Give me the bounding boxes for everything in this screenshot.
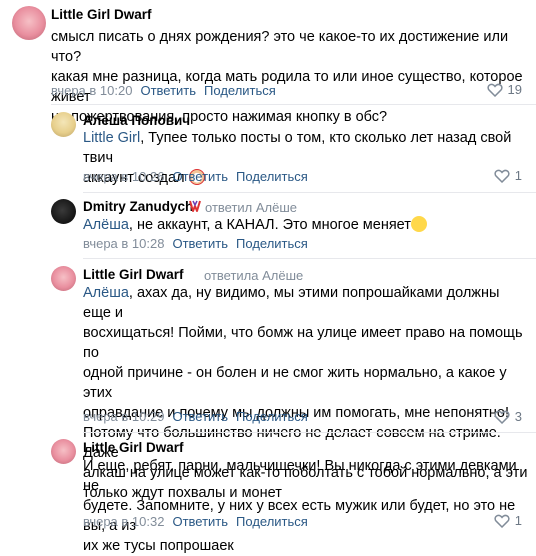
avatar[interactable] [51,439,76,464]
text-line-part: , Тупее только посты о том, кто сколько … [83,130,512,166]
like-button[interactable]: 19 [486,82,522,97]
text-line: одной причине - он болен и не смог жить … [83,365,507,401]
like-button[interactable]: 1 [494,168,522,183]
comment-time[interactable]: вчера в 10:26 [83,169,164,184]
divider [83,432,536,433]
share-button[interactable]: Поделиться [236,236,308,251]
heart-icon [494,514,510,528]
rolling-eyes-emoji [410,216,427,232]
comment-text: Алёша, не аккаунт, а КАНАЛ. Это многое м… [83,215,523,235]
share-button[interactable]: Поделиться [236,169,308,184]
reply-to-label[interactable]: ответил Алёше [205,200,297,215]
like-button[interactable]: 3 [494,409,522,424]
comment-text: смысл писать о днях рождения? это че как… [51,27,531,127]
like-button[interactable]: 1 [494,513,522,528]
reply-button[interactable]: Ответить [140,83,196,98]
heart-icon [494,169,510,183]
comment-author[interactable]: Little Girl Dwarf [83,440,184,455]
comment-text: И еще, ребят, парни, мальчишечки! Вы ник… [83,456,528,556]
text-line: И еще, ребят, парни, мальчишечки! Вы ник… [83,458,517,494]
like-count: 19 [507,82,522,97]
share-button[interactable]: Поделиться [236,409,308,424]
comment-meta: вчера в 10:20 Ответить Поделиться [51,83,276,98]
text-line: Алёша, ахах да, ну видимо, мы этими попр… [83,283,528,323]
mention-link[interactable]: Little Girl [83,130,140,146]
comment-author[interactable]: Little Girl Dwarf [83,267,184,282]
reply-button[interactable]: Ответить [172,169,228,184]
reply-button[interactable]: Ответить [172,409,228,424]
reply-button[interactable]: Ответить [172,236,228,251]
reply-to-label[interactable]: ответила Алёше [204,268,303,283]
avatar[interactable] [51,199,76,224]
text-line-part: , не аккаунт, а КАНАЛ. Это многое меняет [128,217,411,233]
comment-author[interactable]: Алёша Попович [83,113,190,128]
comment-time[interactable]: вчера в 10:20 [51,83,132,98]
text-line: восхищаться! Пойми, что бомж на улице им… [83,325,523,361]
comment-time[interactable]: вчера в 10:29 [83,409,164,424]
divider [83,258,536,259]
avatar[interactable] [51,112,76,137]
reply-button[interactable]: Ответить [172,514,228,529]
comment-meta: вчера в 10:28 Ответить Поделиться [83,236,308,251]
divider [83,192,536,193]
divider [51,104,536,105]
text-line: смысл писать о днях рождения? это че как… [51,29,509,65]
comment-meta: вчера в 10:29 Ответить Поделиться [83,409,308,424]
avatar[interactable] [51,266,76,291]
heart-icon [486,83,503,97]
text-line: Little Girl, Тупее только посты о том, к… [83,128,523,168]
text-line: их же тусы попрошаек [83,538,234,554]
comment-author[interactable]: Dmitry Zanudych [83,199,193,214]
share-button[interactable]: Поделиться [204,83,276,98]
comment-meta: вчера в 10:32 Ответить Поделиться [83,514,308,529]
comment-author[interactable]: Little Girl Dwarf [51,7,152,22]
like-count: 1 [514,168,522,183]
text-line: Алёша, не аккаунт, а КАНАЛ. Это многое м… [83,215,523,235]
comment-time[interactable]: вчера в 10:28 [83,236,164,251]
mention-link[interactable]: Алёша [83,217,129,233]
like-count: 3 [514,409,522,424]
avatar[interactable] [12,6,46,40]
like-count: 1 [514,513,522,528]
comment-meta: вчера в 10:26 Ответить Поделиться [83,169,308,184]
comment-time[interactable]: вчера в 10:32 [83,514,164,529]
heart-icon [494,410,510,424]
share-button[interactable]: Поделиться [236,514,308,529]
mention-link[interactable]: Алёша [83,285,129,301]
text-line-part: , ахах да, ну видимо, мы этими попрошайк… [83,285,500,321]
